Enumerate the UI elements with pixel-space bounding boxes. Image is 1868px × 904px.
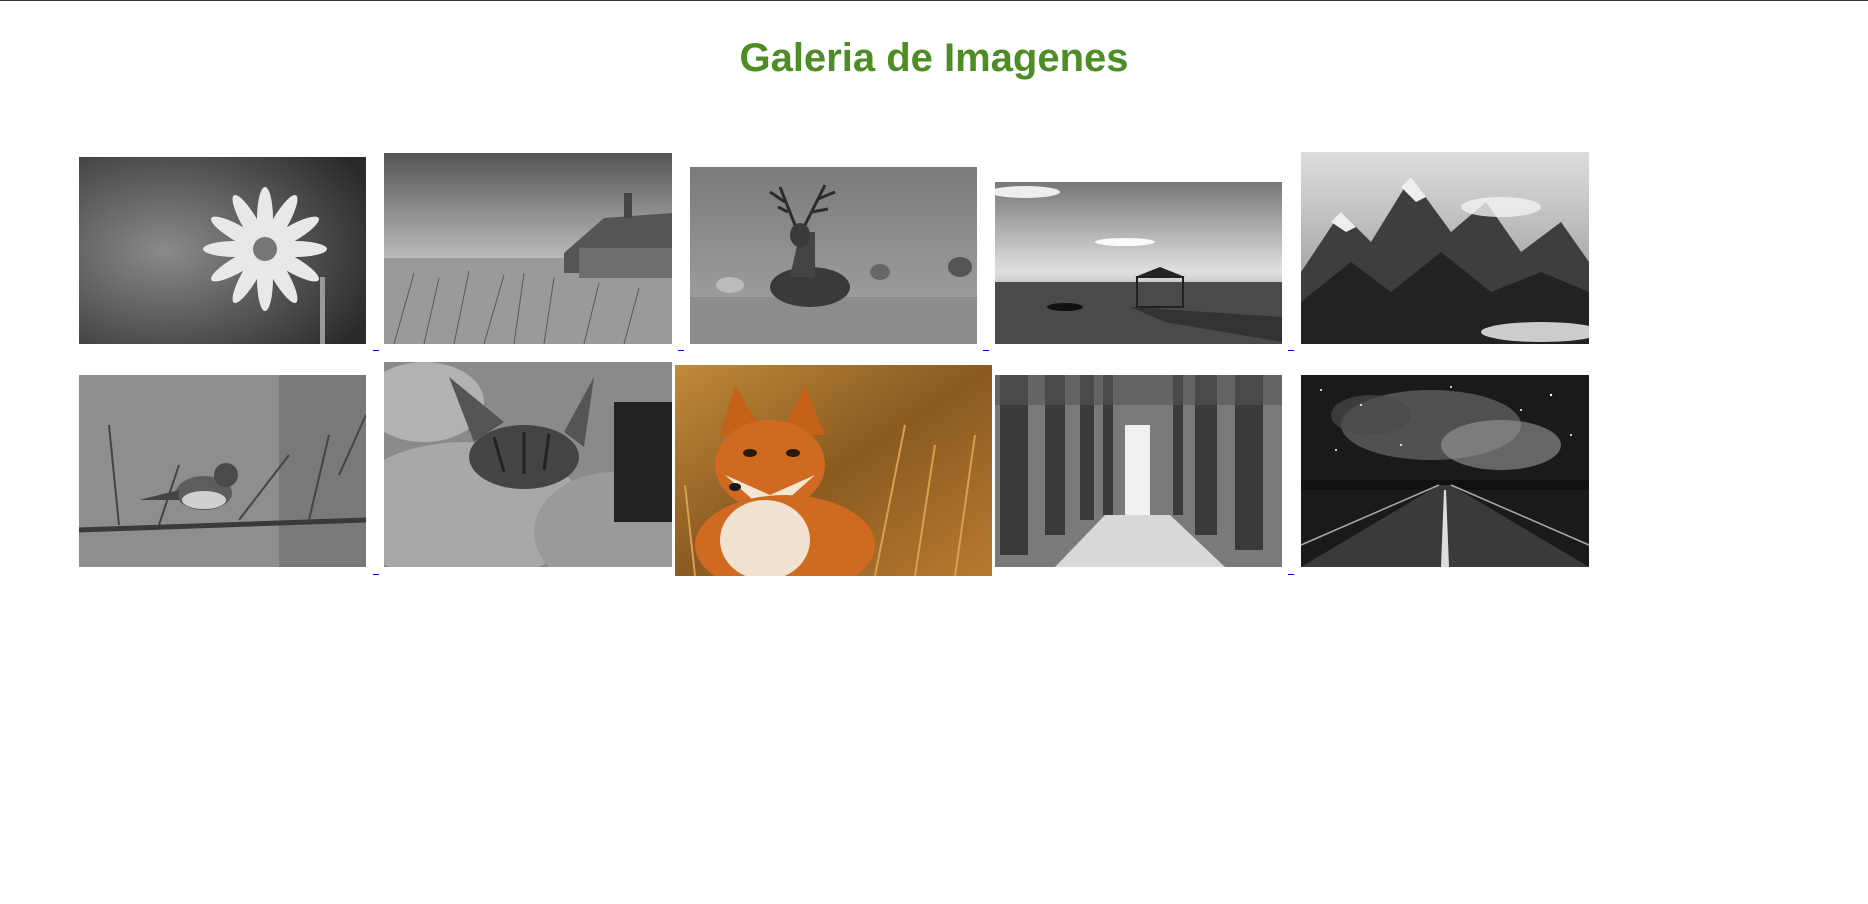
daisy-photo [79, 157, 366, 344]
gallery-image-deer[interactable] [690, 167, 977, 344]
forest-path-photo [995, 375, 1282, 567]
link-separator[interactable] [1288, 574, 1294, 575]
gallery-image-daisy[interactable] [79, 157, 366, 344]
gallery-image-fox[interactable] [675, 365, 992, 576]
link-separator[interactable] [373, 350, 379, 351]
gallery-image-beach-house[interactable] [384, 153, 672, 344]
road-galaxy-photo [1301, 375, 1589, 567]
link-separator[interactable] [373, 574, 379, 575]
gallery-image-road-galaxy[interactable] [1301, 375, 1589, 567]
page-title: Galeria de Imagenes [739, 36, 1129, 80]
top-border [0, 0, 1868, 1]
beach-house-photo [384, 153, 672, 344]
link-separator[interactable] [983, 350, 989, 351]
cat-photo [384, 362, 672, 567]
gallery-image-bird[interactable] [79, 375, 366, 567]
link-separator[interactable] [1288, 350, 1294, 351]
mountains-photo [1301, 152, 1589, 344]
gallery-image-cat[interactable] [384, 362, 672, 567]
gallery-image-pier[interactable] [995, 182, 1282, 344]
link-separator[interactable] [678, 350, 684, 351]
pier-photo [995, 182, 1282, 344]
gallery-image-mountains[interactable] [1301, 152, 1589, 344]
deer-photo [690, 167, 977, 344]
fox-photo [675, 365, 992, 576]
gallery-image-forest-path[interactable] [995, 375, 1282, 567]
bird-photo [79, 375, 366, 567]
